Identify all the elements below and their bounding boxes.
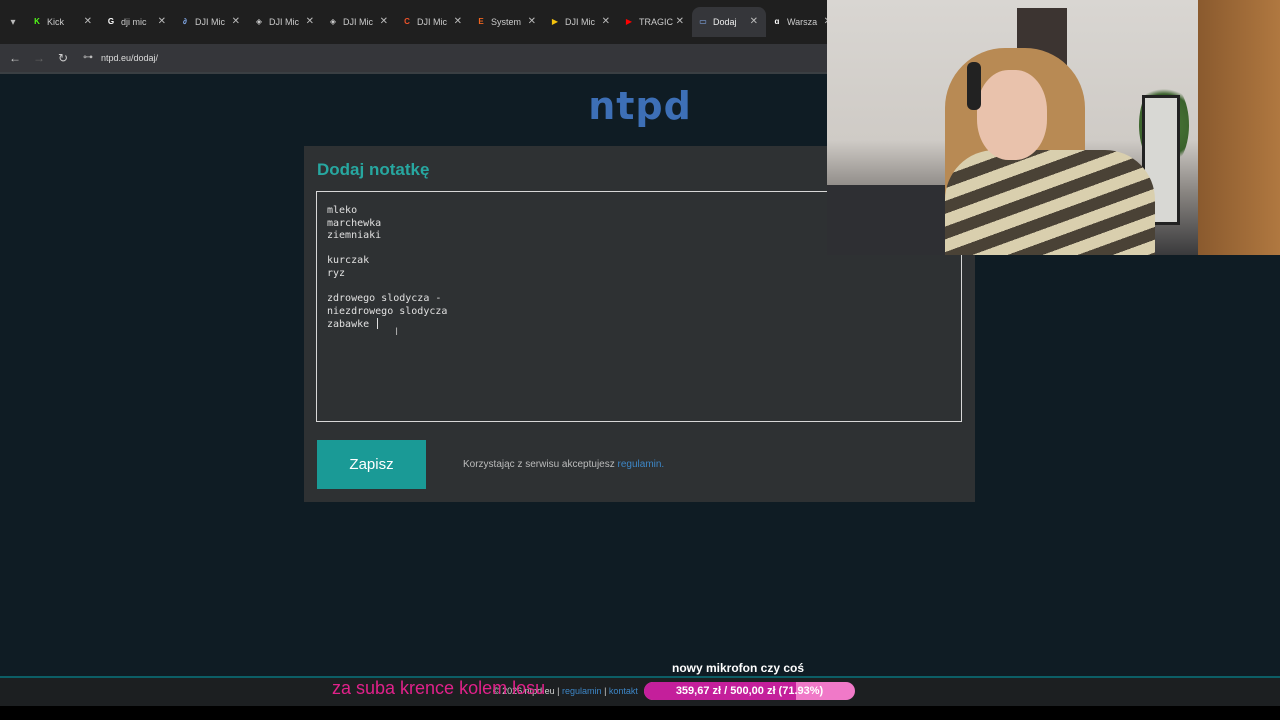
bottom-letterbox: [0, 706, 1280, 720]
tab-label: DJI Mic: [565, 17, 595, 27]
footer-contact-link[interactable]: kontakt: [609, 686, 638, 696]
tab-list: K Kick ✕ Gdji mic ✕ ∂ DJI Mic ✕ ◈ DJI Mic ✕ ◈ DJI Mi…: [26, 7, 840, 37]
browser-tab[interactable]: K Kick ✕: [26, 7, 100, 37]
webcam-wardrobe: [1198, 0, 1280, 255]
etsy-icon: E: [478, 17, 484, 26]
note-line: kurczak: [327, 255, 447, 268]
footer-regulamin-link[interactable]: regulamin: [562, 686, 602, 696]
ntpd-icon: ▭: [699, 17, 707, 26]
tab-label: DJI Mic: [417, 17, 447, 27]
google-icon: G: [107, 17, 115, 26]
note-line: marchewka: [327, 218, 447, 231]
donation-goal-title: nowy mikrofon czy coś: [671, 661, 805, 675]
note-line: mleko: [327, 205, 447, 218]
sub-wheel-text: za suba krence kolem losu: [332, 678, 546, 698]
tab-label: DJI Mic: [343, 17, 373, 27]
note-line-text: zabawke: [327, 319, 376, 331]
forward-icon[interactable]: →: [27, 51, 51, 65]
note-line-text: kurczak: [327, 255, 370, 267]
save-button[interactable]: Zapisz: [317, 440, 426, 489]
note-line-text: marchewka: [327, 217, 382, 229]
tab-close-icon[interactable]: ✕: [158, 16, 166, 27]
browser-tab[interactable]: E System ✕: [470, 7, 544, 37]
note-line-text: niezdrowego slodycza: [327, 305, 448, 317]
tab-label: System: [491, 17, 522, 27]
tab-label: DJI Mic: [195, 17, 225, 27]
tab-search-icon[interactable]: ▾: [0, 7, 26, 37]
tab-label: DJI Mic: [269, 17, 299, 27]
tab-close-icon[interactable]: ✕: [528, 16, 536, 27]
booking-icon: ɑ: [774, 17, 780, 26]
tab-close-icon[interactable]: ✕: [454, 16, 462, 27]
browser-tab[interactable]: ◈ DJI Mic ✕: [322, 7, 396, 37]
tab-close-icon[interactable]: ✕: [306, 16, 314, 27]
url-field[interactable]: ntpd.eu/dodaj/: [101, 53, 158, 63]
tab-close-icon[interactable]: ✕: [232, 16, 240, 27]
browser-tab[interactable]: Gdji mic ✕: [100, 7, 174, 37]
kick-icon: K: [34, 17, 40, 26]
note-line: [327, 281, 447, 294]
tab-label: dji mic: [121, 17, 147, 27]
stream-bottom-bar: [0, 676, 1280, 708]
tab-close-icon[interactable]: ✕: [602, 16, 610, 27]
dji-icon: ◈: [329, 17, 337, 26]
tab-label: Dodaj: [713, 17, 737, 27]
note-content[interactable]: mleko marchewka ziemniaki kurczak ryz zdroweg…: [327, 205, 447, 331]
streamer-sweater: [945, 150, 1155, 255]
note-line-text: mleko: [327, 205, 358, 216]
site-info-icon[interactable]: ⊶: [83, 52, 95, 64]
tab-close-icon[interactable]: ✕: [750, 16, 758, 27]
browser-tab[interactable]: ▶ TRAGIC ✕: [618, 7, 692, 37]
text-cursor-icon: I: [395, 326, 399, 338]
text-caret: [377, 318, 379, 330]
donation-goal-bar: 359,67 zł / 500,00 zł (71.93%): [644, 682, 855, 700]
play-icon: ▶: [551, 17, 559, 26]
page-title: Dodaj notatkę: [317, 160, 430, 179]
note-line: [327, 243, 447, 256]
footer-separator: |: [601, 686, 609, 696]
browser-tab[interactable]: C DJI Mic ✕: [396, 7, 470, 37]
note-line-text: ziemniaki: [327, 230, 382, 242]
browser-tab[interactable]: ◈ DJI Mic ✕: [248, 7, 322, 37]
note-line: zdrowego slodycza -: [327, 293, 447, 306]
note-line: zabawke: [327, 318, 447, 331]
reload-icon[interactable]: ↻: [51, 51, 75, 65]
note-line: ziemniaki: [327, 230, 447, 243]
note-line-text: zdrowego slodycza -: [327, 293, 442, 305]
browser-tab[interactable]: ▭ Dodaj ✕: [692, 7, 766, 37]
headset-icon: [967, 62, 981, 110]
tab-label: Warsza: [787, 17, 818, 27]
link-icon: ∂: [183, 17, 187, 26]
ceneo-icon: C: [404, 17, 410, 26]
browser-tab[interactable]: ▶ DJI Mic ✕: [544, 7, 618, 37]
tab-close-icon[interactable]: ✕: [380, 16, 388, 27]
terms-text: Korzystając z serwisu akceptujesz: [463, 459, 618, 470]
tab-close-icon[interactable]: ✕: [676, 16, 684, 27]
tab-label: Kick: [47, 17, 65, 27]
dji-icon: ◈: [255, 17, 263, 26]
youtube-icon: ▶: [625, 17, 633, 26]
site-logo[interactable]: ntpd: [560, 84, 720, 128]
note-line: ryz: [327, 268, 447, 281]
tab-close-icon[interactable]: ✕: [84, 16, 92, 27]
terms-link[interactable]: regulamin.: [618, 459, 665, 470]
terms-notice: Korzystając z serwisu akceptujesz regula…: [463, 459, 664, 470]
streamer-face: [977, 70, 1047, 160]
browser-tab[interactable]: ∂ DJI Mic ✕: [174, 7, 248, 37]
back-icon[interactable]: ←: [3, 51, 27, 65]
donation-goal-text: 359,67 zł / 500,00 zł (71.93%): [675, 685, 824, 697]
tab-label: TRAGIC: [639, 17, 673, 27]
webcam-overlay: [827, 0, 1280, 255]
note-line-text: ryz: [327, 267, 346, 279]
note-line: niezdrowego slodycza: [327, 306, 447, 319]
